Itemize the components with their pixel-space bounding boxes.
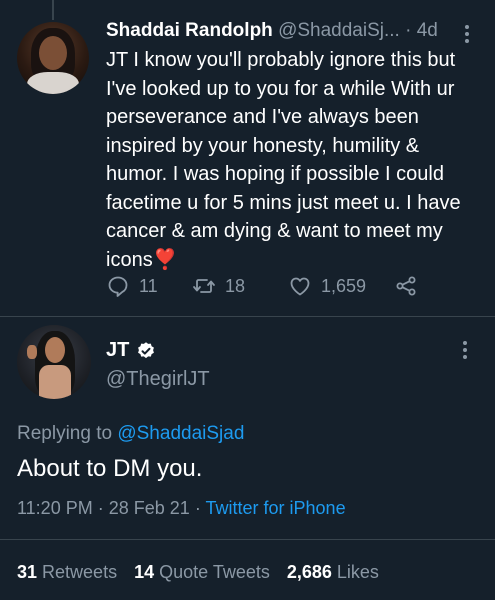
tweet-date[interactable]: 28 Feb 21 <box>109 498 190 518</box>
reply-icon <box>108 276 128 297</box>
like-count: 1,659 <box>321 275 367 296</box>
tweet-metadata: 11:20 PM · 28 Feb 21 · Twitter for iPhon… <box>17 498 346 519</box>
verified-badge-icon <box>138 341 155 358</box>
more-vertical-icon[interactable] <box>459 341 471 359</box>
more-vertical-icon[interactable] <box>461 25 473 43</box>
meta-separator: · <box>97 498 104 518</box>
share-button[interactable] <box>394 274 427 298</box>
parent-tweet-body: JT I know you'll probably ignore this bu… <box>106 49 461 271</box>
author-handle[interactable]: @ThegirlJT <box>106 368 210 391</box>
share-icon <box>396 276 416 296</box>
engagement-stats: 31 Retweets 14 Quote Tweets 2,686 Likes <box>17 562 396 583</box>
avatar-jt[interactable] <box>17 325 91 399</box>
parent-tweet-header: Shaddai Randolph @ShaddaiSj... · 4d <box>106 20 438 42</box>
likes-count: 2,686 <box>286 562 332 582</box>
retweets-label: Retweets <box>42 562 118 582</box>
main-tweet-author[interactable]: JT <box>106 339 156 362</box>
parent-tweet-text: JT I know you'll probably ignore this bu… <box>106 46 481 274</box>
quote-tweets-count: 14 <box>134 562 155 582</box>
tweet-action-bar: 11 18 1,659 <box>106 273 436 299</box>
reply-count: 11 <box>139 275 158 296</box>
author-name[interactable]: JT <box>106 339 129 362</box>
retweet-icon <box>193 279 215 293</box>
tweet-source-link[interactable]: Twitter for iPhone <box>206 498 346 518</box>
parent-tweet[interactable]: Shaddai Randolph @ShaddaiSj... · 4d JT I… <box>0 0 495 315</box>
meta-separator: · <box>194 498 201 518</box>
quote-tweets-label: Quote Tweets <box>159 562 270 582</box>
header-separator: · <box>405 20 412 41</box>
reply-button[interactable]: 11 <box>106 274 192 298</box>
likes-stat[interactable]: 2,686 Likes <box>287 562 379 583</box>
retweet-count: 18 <box>225 275 246 296</box>
quote-tweets-stat[interactable]: 14 Quote Tweets <box>134 562 270 583</box>
likes-label: Likes <box>336 562 379 582</box>
tweet-age[interactable]: 4d <box>417 20 438 41</box>
author-handle[interactable]: @ShaddaiSj... <box>278 20 400 41</box>
main-tweet-text: About to DM you. <box>17 455 203 482</box>
like-button[interactable]: 1,659 <box>288 274 394 298</box>
tweet-time[interactable]: 11:20 PM <box>17 498 93 518</box>
tweet-divider <box>0 316 495 317</box>
avatar-shaddai[interactable] <box>17 22 89 94</box>
retweet-button[interactable]: 18 <box>192 274 288 298</box>
stats-divider <box>0 539 495 540</box>
replying-prefix: Replying to <box>17 423 113 444</box>
author-name[interactable]: Shaddai Randolph <box>106 20 273 41</box>
retweets-count: 31 <box>17 562 38 582</box>
heart-exclamation-emoji: ❣️ <box>152 248 178 271</box>
heart-icon <box>290 277 310 296</box>
replying-to-line: Replying to @ShaddaiSjad <box>17 423 244 445</box>
replying-to-mention[interactable]: @ShaddaiSjad <box>117 423 244 444</box>
retweets-stat[interactable]: 31 Retweets <box>17 562 117 583</box>
